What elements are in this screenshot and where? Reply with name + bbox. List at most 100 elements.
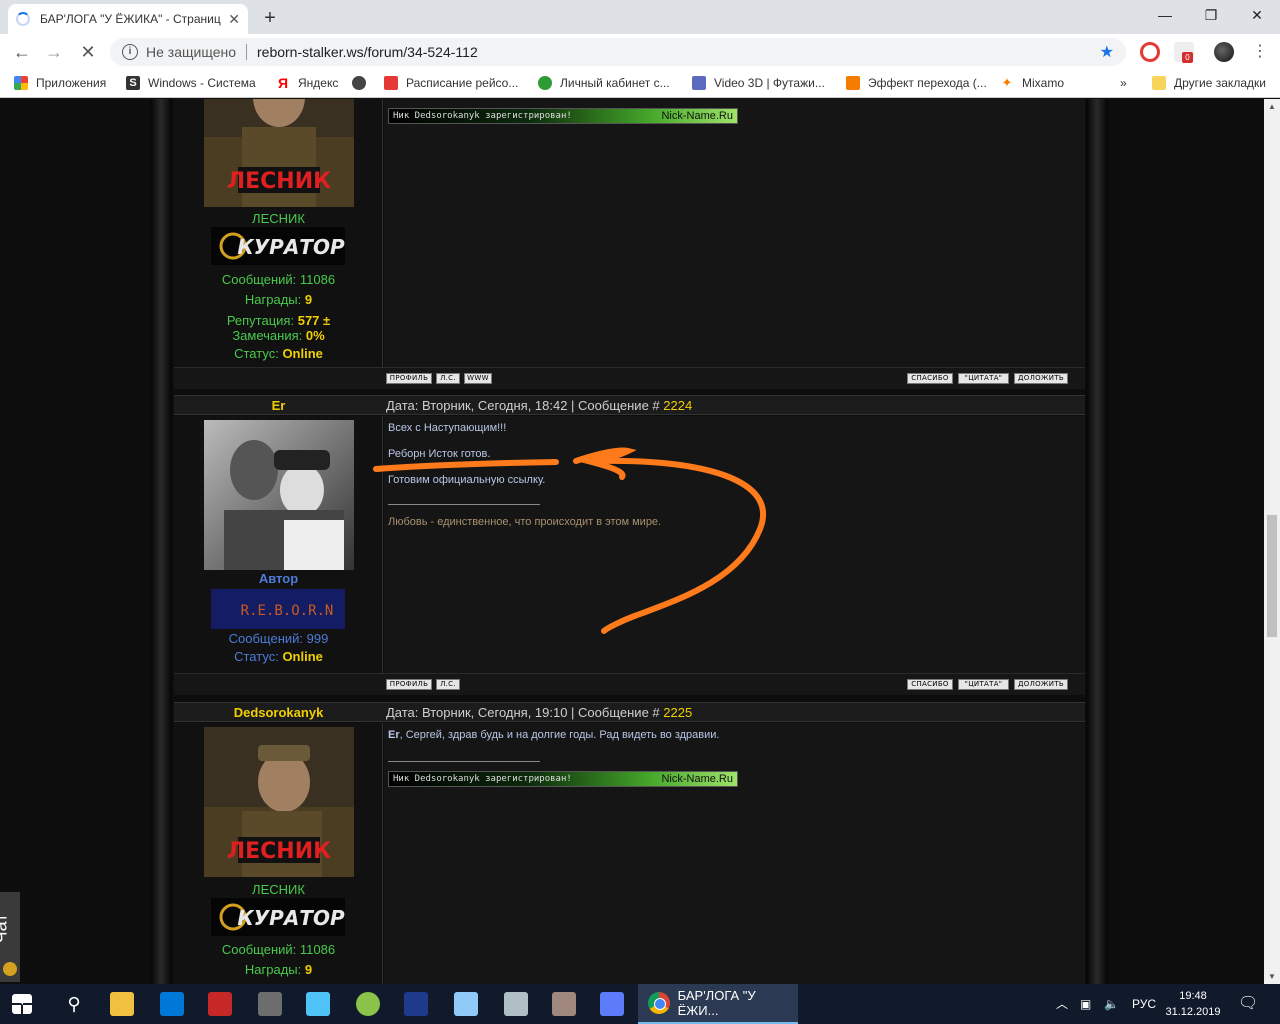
app-icon[interactable] (306, 992, 330, 1016)
app-icon[interactable] (600, 992, 624, 1016)
curator-rank-badge: КУРАТОР (211, 898, 345, 936)
scroll-down-icon[interactable]: ▼ (1264, 969, 1280, 985)
report-button[interactable]: ДОЛОЖИТЬ (1014, 373, 1068, 384)
bookmark-mixamo[interactable]: ✦ Mixamo (1000, 75, 1064, 91)
bookmark-apps[interactable]: Приложения (14, 76, 106, 90)
app-icon[interactable] (454, 992, 478, 1016)
system-clock[interactable]: 19:48 31.12.2019 (1162, 988, 1224, 1020)
quote-button[interactable]: "ЦИТАТА" (958, 679, 1009, 690)
language-indicator[interactable]: РУС (1132, 984, 1156, 1024)
scroll-thumb[interactable] (1267, 515, 1277, 637)
message-count: 11086 (299, 942, 336, 957)
radiation-icon (3, 962, 17, 976)
profile-avatar[interactable] (1214, 42, 1234, 62)
paint-icon[interactable] (356, 992, 380, 1016)
post-line: Готовим официальную ссылку. (388, 474, 546, 486)
reply-mention[interactable]: Er (388, 729, 400, 741)
globe-icon (352, 76, 366, 90)
info-icon[interactable]: i (122, 44, 138, 60)
scroll-up-icon[interactable]: ▲ (1264, 99, 1280, 115)
warnings-value: 0% (305, 328, 325, 343)
file-explorer-icon[interactable] (110, 992, 134, 1016)
app-icon[interactable] (504, 992, 528, 1016)
post-author[interactable]: Dedsorokanyk (174, 703, 383, 723)
runner-icon: ✦ (1001, 75, 1013, 90)
profile-button[interactable]: ПРОФИЛЬ (386, 679, 432, 690)
status-online: Online (282, 346, 323, 361)
app-icon[interactable] (552, 992, 576, 1016)
awards-count: 9 (304, 962, 313, 977)
reputation-toggle[interactable]: ± (323, 313, 330, 328)
post-header: Dedsorokanyk Дата: Вторник, Сегодня, 19:… (174, 702, 1085, 722)
menu-kebab-icon[interactable]: ⋮ (1248, 40, 1272, 64)
rank-name: Автор (258, 571, 299, 586)
back-button[interactable]: ← (10, 40, 34, 64)
bookmark-cabinet[interactable]: Личный кабинет с... (538, 76, 670, 90)
post-actions: ПРОФИЛЬ Л.С. WWW СПАСИБО "ЦИТАТА" ДОЛОЖИ… (174, 367, 1085, 389)
cube-icon (692, 76, 706, 90)
app-icon[interactable] (258, 992, 282, 1016)
www-button[interactable]: WWW (464, 373, 492, 384)
chat-tab[interactable]: Чат (0, 892, 20, 982)
app-icon[interactable] (404, 992, 428, 1016)
thanks-button[interactable]: СПАСИБО (907, 373, 953, 384)
nick-name-banner[interactable]: Ник Dedsorokanyk зарегистрирован! Nick-N… (388, 771, 738, 787)
svg-text:КУРАТОР: КУРАТОР (237, 235, 345, 259)
network-icon[interactable]: ▣ (1080, 984, 1091, 1024)
post-signature: Любовь - единственное, что происходит в … (388, 516, 662, 528)
minimize-button[interactable]: — (1142, 0, 1188, 30)
pm-button[interactable]: Л.С. (436, 679, 460, 690)
pm-button[interactable]: Л.С. (436, 373, 460, 384)
nick-name-banner[interactable]: Ник Dedsorokanyk зарегистрирован! Nick-N… (388, 108, 738, 124)
download-extension-icon[interactable]: 0 (1174, 42, 1194, 63)
bookmark-video3d[interactable]: Video 3D | Футажи... (692, 76, 825, 90)
app-icon[interactable] (208, 992, 232, 1016)
store-icon[interactable] (160, 992, 184, 1016)
notification-icon[interactable]: 🗨 (1238, 984, 1258, 1024)
new-tab-button[interactable]: + (256, 6, 284, 30)
forum-post: Dedsorokanyk Дата: Вторник, Сегодня, 19:… (174, 702, 1085, 985)
profile-button[interactable]: ПРОФИЛЬ (386, 373, 432, 384)
close-window-button[interactable]: ✕ (1234, 0, 1280, 30)
browser-tab-active[interactable]: БАР'ЛОГА "У ЁЖИКА" - Страниц ✕ (8, 4, 248, 34)
rank-name: ЛЕСНИК (252, 882, 305, 897)
bookmark-other[interactable]: Другие закладки (1152, 76, 1266, 90)
maximize-button[interactable]: ❐ (1188, 0, 1234, 30)
bookmark-schedule[interactable]: Расписание рейсо... (384, 76, 518, 90)
post-author[interactable]: Er (174, 396, 383, 416)
page-scrollbar[interactable]: ▲ ▼ (1264, 99, 1280, 985)
bookmarks-overflow[interactable]: » (1120, 76, 1127, 90)
bookmark-globe[interactable] (352, 76, 374, 90)
awards-count: 9 (304, 292, 313, 307)
search-icon[interactable]: ⚲ (62, 992, 86, 1016)
status-online: Online (282, 649, 323, 664)
rank-name: ЛЕСНИК (252, 211, 305, 226)
bookmark-yandex[interactable]: Я Яндекс (276, 76, 338, 90)
post-number[interactable]: 2225 (663, 705, 692, 720)
reborn-rank-badge: R.E.B.O.R.N (211, 589, 345, 629)
bookmark-windows-system[interactable]: S Windows - Система (126, 76, 256, 90)
loading-spinner-icon (16, 12, 30, 26)
taskbar-chrome-window[interactable]: БАР'ЛОГА "У ЁЖИ... (638, 984, 798, 1024)
svg-text:ЛЕСНИК: ЛЕСНИК (227, 839, 331, 864)
post-number[interactable]: 2224 (663, 398, 692, 413)
thanks-button[interactable]: СПАСИБО (907, 679, 953, 690)
bookmark-star-icon[interactable]: ★ (1100, 42, 1114, 62)
target-extension-icon[interactable] (1140, 42, 1160, 62)
browser-toolbar: ← → ✕ i Не защищено reborn-stalker.ws/fo… (0, 34, 1280, 70)
forum-post: Er Дата: Вторник, Сегодня, 18:42 | Сообщ… (174, 395, 1085, 702)
volume-icon[interactable]: 🔈 (1104, 984, 1119, 1024)
avatar: ЛЕСНИК (204, 99, 354, 207)
address-bar[interactable]: i Не защищено reborn-stalker.ws/forum/34… (110, 38, 1126, 66)
tab-close-icon[interactable]: ✕ (228, 11, 240, 28)
forward-button[interactable]: → (42, 40, 66, 64)
quote-button[interactable]: "ЦИТАТА" (958, 373, 1009, 384)
url-text[interactable]: reborn-stalker.ws/forum/34-524-112 (257, 44, 1100, 60)
report-button[interactable]: ДОЛОЖИТЬ (1014, 679, 1068, 690)
bookmark-transition[interactable]: Эффект перехода (... (846, 76, 987, 90)
plane-icon (384, 76, 398, 90)
stop-loading-button[interactable]: ✕ (76, 40, 100, 64)
security-label: Не защищено (146, 44, 236, 60)
windows-start-icon[interactable] (12, 994, 32, 1014)
tray-overflow-icon[interactable]: ︿ (1056, 984, 1068, 1024)
